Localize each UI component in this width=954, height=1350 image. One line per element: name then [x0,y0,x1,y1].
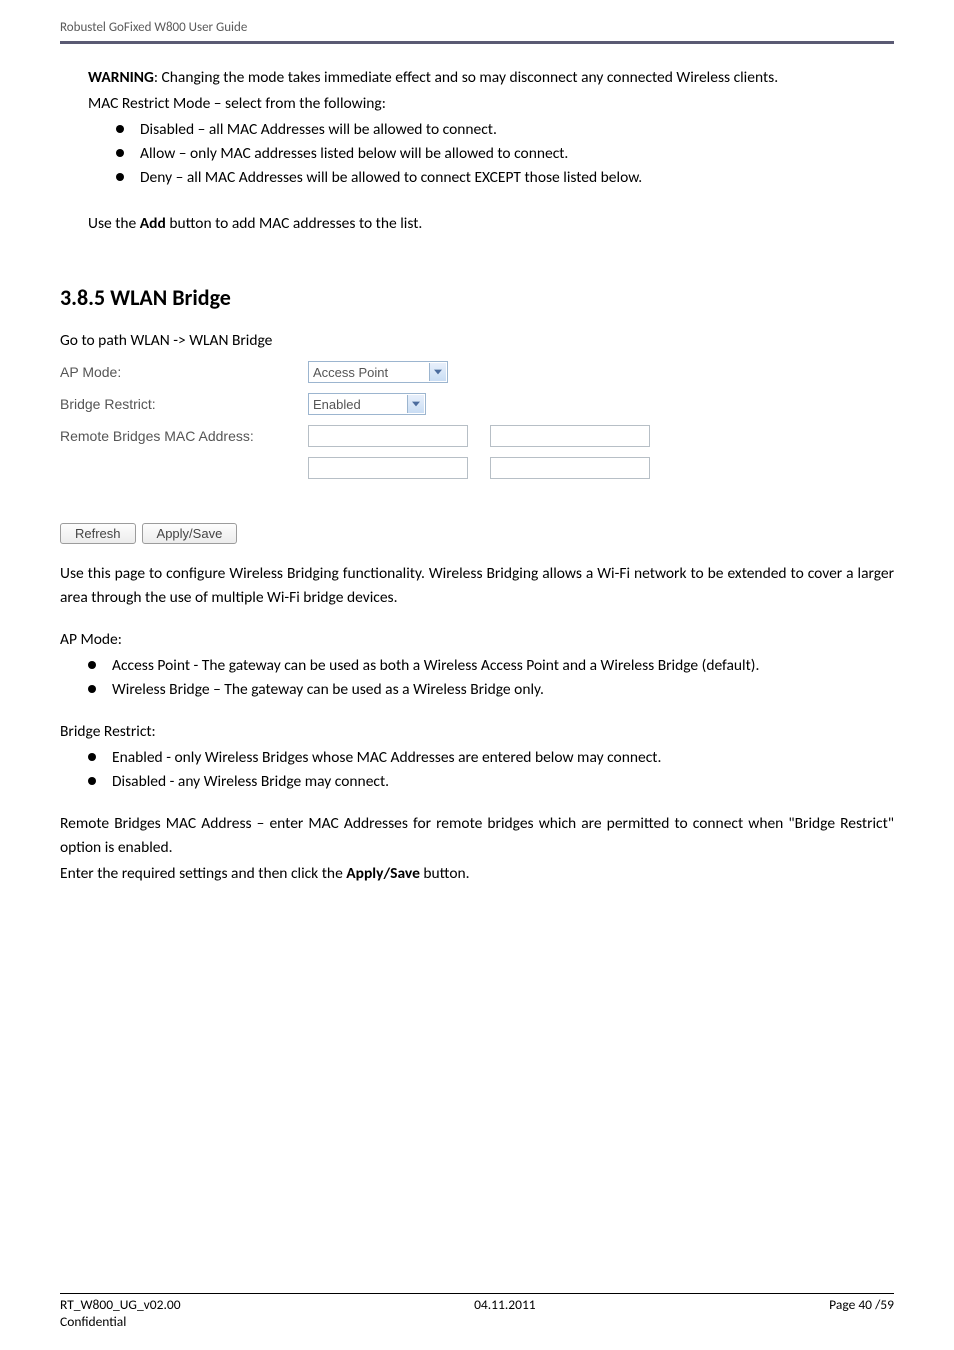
remote-mac-input-3[interactable] [308,457,468,479]
list-item: Allow – only MAC addresses listed below … [116,142,894,166]
ap-mode-label: AP Mode: [60,364,308,380]
list-item: Access Point - The gateway can be used a… [88,654,894,678]
section-heading: 3.8.5 WLAN Bridge [60,284,894,311]
apply-save-button[interactable]: Apply/Save [142,523,238,544]
remote-mac-input-2[interactable] [490,425,650,447]
warning-label: WARNING [88,68,154,87]
description-paragraph: Use this page to configure Wireless Brid… [60,562,894,610]
remote-mac-row-1: Remote Bridges MAC Address: [60,425,894,447]
footer-date: 04.11.2011 [474,1296,536,1313]
footer-page: Page 40 /59 [829,1296,894,1313]
remote-mac-input-4[interactable] [490,457,650,479]
running-header: Robustel GoFixed W800 User Guide [60,20,894,44]
footer-doc-id: RT_W800_UG_v02.00 [60,1296,181,1313]
warning-paragraph: WARNING: Changing the mode takes immedia… [88,66,894,90]
mac-restrict-intro: MAC Restrict Mode – select from the foll… [88,92,894,116]
bridge-restrict-value: Enabled [313,397,361,412]
ap-mode-desc-list: Access Point - The gateway can be used a… [88,654,894,702]
enter-post: button. [420,864,470,883]
enter-bold: Apply/Save [346,864,420,883]
bridge-restrict-desc-list: Enabled - only Wireless Bridges whose MA… [88,746,894,794]
warning-text: : Changing the mode takes immediate effe… [154,68,778,87]
use-add-pre: Use the [88,214,140,233]
chevron-down-icon [407,395,424,413]
remote-mac-input-1[interactable] [308,425,468,447]
ap-mode-value: Access Point [313,365,388,380]
wlan-bridge-form: AP Mode: Access Point Bridge Restrict: E… [60,361,894,479]
footer-confidential: Confidential [60,1313,126,1330]
refresh-button[interactable]: Refresh [60,523,136,544]
enter-settings-paragraph: Enter the required settings and then cli… [60,862,894,886]
ap-mode-row: AP Mode: Access Point [60,361,894,383]
remote-mac-row-2 [60,457,894,479]
remote-mac-label: Remote Bridges MAC Address: [60,428,308,444]
ap-mode-desc-heading: AP Mode: [60,628,894,652]
ap-mode-select[interactable]: Access Point [308,361,448,383]
list-item: Disabled – all MAC Addresses will be all… [116,118,894,142]
enter-pre: Enter the required settings and then cli… [60,864,346,883]
use-add-bold: Add [140,214,166,233]
navigation-path: Go to path WLAN -> WLAN Bridge [60,329,894,353]
mac-restrict-list: Disabled – all MAC Addresses will be all… [116,118,894,190]
bridge-restrict-select[interactable]: Enabled [308,393,426,415]
list-item: Disabled - any Wireless Bridge may conne… [88,770,894,794]
list-item: Enabled - only Wireless Bridges whose MA… [88,746,894,770]
page-footer: RT_W800_UG_v02.00 04.11.2011 Page 40 /59… [60,1293,894,1330]
use-add-post: button to add MAC addresses to the list. [166,214,423,233]
chevron-down-icon [429,363,446,381]
bridge-restrict-desc-heading: Bridge Restrict: [60,720,894,744]
list-item: Deny – all MAC Addresses will be allowed… [116,166,894,190]
list-item: Wireless Bridge – The gateway can be use… [88,678,894,702]
bridge-restrict-label: Bridge Restrict: [60,396,308,412]
use-add-paragraph: Use the Add button to add MAC addresses … [88,212,894,236]
bridge-restrict-row: Bridge Restrict: Enabled [60,393,894,415]
remote-mac-desc: Remote Bridges MAC Address – enter MAC A… [60,812,894,860]
button-row: Refresh Apply/Save [60,523,894,544]
